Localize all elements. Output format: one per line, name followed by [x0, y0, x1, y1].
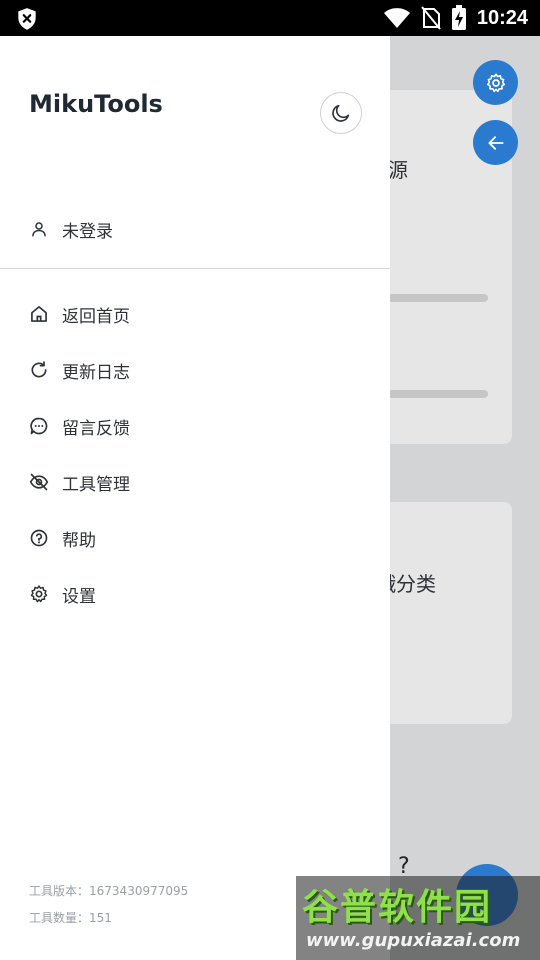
- menu-item-settings[interactable]: 设置: [0, 566, 390, 622]
- refresh-icon: [29, 360, 49, 380]
- background-card-title: 源: [388, 158, 408, 182]
- tool-version-label: 工具版本：: [29, 884, 90, 898]
- chat-icon: [29, 416, 49, 436]
- battery-charging-icon: [451, 5, 466, 30]
- arrow-left-icon: [487, 135, 504, 150]
- menu-item-help[interactable]: 帮助: [0, 510, 390, 566]
- menu-item-label: 返回首页: [62, 306, 130, 327]
- divider: [0, 268, 390, 269]
- no-sim-icon: [421, 6, 441, 30]
- home-icon: [29, 304, 49, 324]
- watermark: 谷普软件园 www.gupuxiazai.com: [296, 876, 540, 960]
- drawer-menu: 返回首页 更新日志 留言反馈 工具管理 帮助 设置: [0, 286, 390, 622]
- login-label: 未登录: [62, 221, 113, 242]
- tool-count-label: 工具数量：: [29, 911, 90, 925]
- moon-icon: [332, 104, 350, 122]
- login-item[interactable]: 未登录: [0, 208, 390, 250]
- menu-item-feedback[interactable]: 留言反馈: [0, 398, 390, 454]
- back-fab[interactable]: [473, 120, 518, 165]
- shield-close-icon: [18, 8, 36, 30]
- tool-count-value: 151: [89, 911, 112, 925]
- menu-item-label: 设置: [62, 586, 96, 607]
- status-bar: 10:24: [0, 0, 540, 36]
- tool-count: 工具数量：151: [29, 909, 112, 926]
- tool-version: 工具版本：1673430977095: [29, 882, 188, 899]
- menu-item-label: 工具管理: [62, 474, 130, 495]
- status-icons: 10:24: [383, 0, 528, 36]
- settings-fab[interactable]: [473, 60, 518, 105]
- menu-item-changelog[interactable]: 更新日志: [0, 342, 390, 398]
- watermark-title: 谷普软件园: [302, 887, 493, 928]
- menu-item-tool-management[interactable]: 工具管理: [0, 454, 390, 510]
- wifi-icon: [383, 8, 410, 28]
- eye-off-icon: [29, 472, 49, 492]
- menu-item-label: 更新日志: [62, 362, 130, 383]
- gear-icon: [29, 584, 49, 604]
- watermark-url: www.gupuxiazai.com: [306, 930, 521, 951]
- menu-item-label: 留言反馈: [62, 418, 130, 439]
- status-time: 10:24: [476, 6, 528, 29]
- progress-bar: [388, 390, 488, 398]
- user-icon: [29, 219, 49, 239]
- progress-bar: [388, 294, 488, 302]
- menu-item-label: 帮助: [62, 530, 96, 551]
- theme-toggle-button[interactable]: [320, 92, 362, 134]
- app-title: MikuTools: [29, 90, 163, 118]
- navigation-drawer: MikuTools 未登录 返回首页 更新日志 留言反馈 工具管理 帮助 设置 …: [0, 36, 390, 960]
- help-circle-icon: [29, 528, 49, 548]
- tool-version-value: 1673430977095: [89, 884, 189, 898]
- gear-icon: [486, 72, 505, 92]
- menu-item-home[interactable]: 返回首页: [0, 286, 390, 342]
